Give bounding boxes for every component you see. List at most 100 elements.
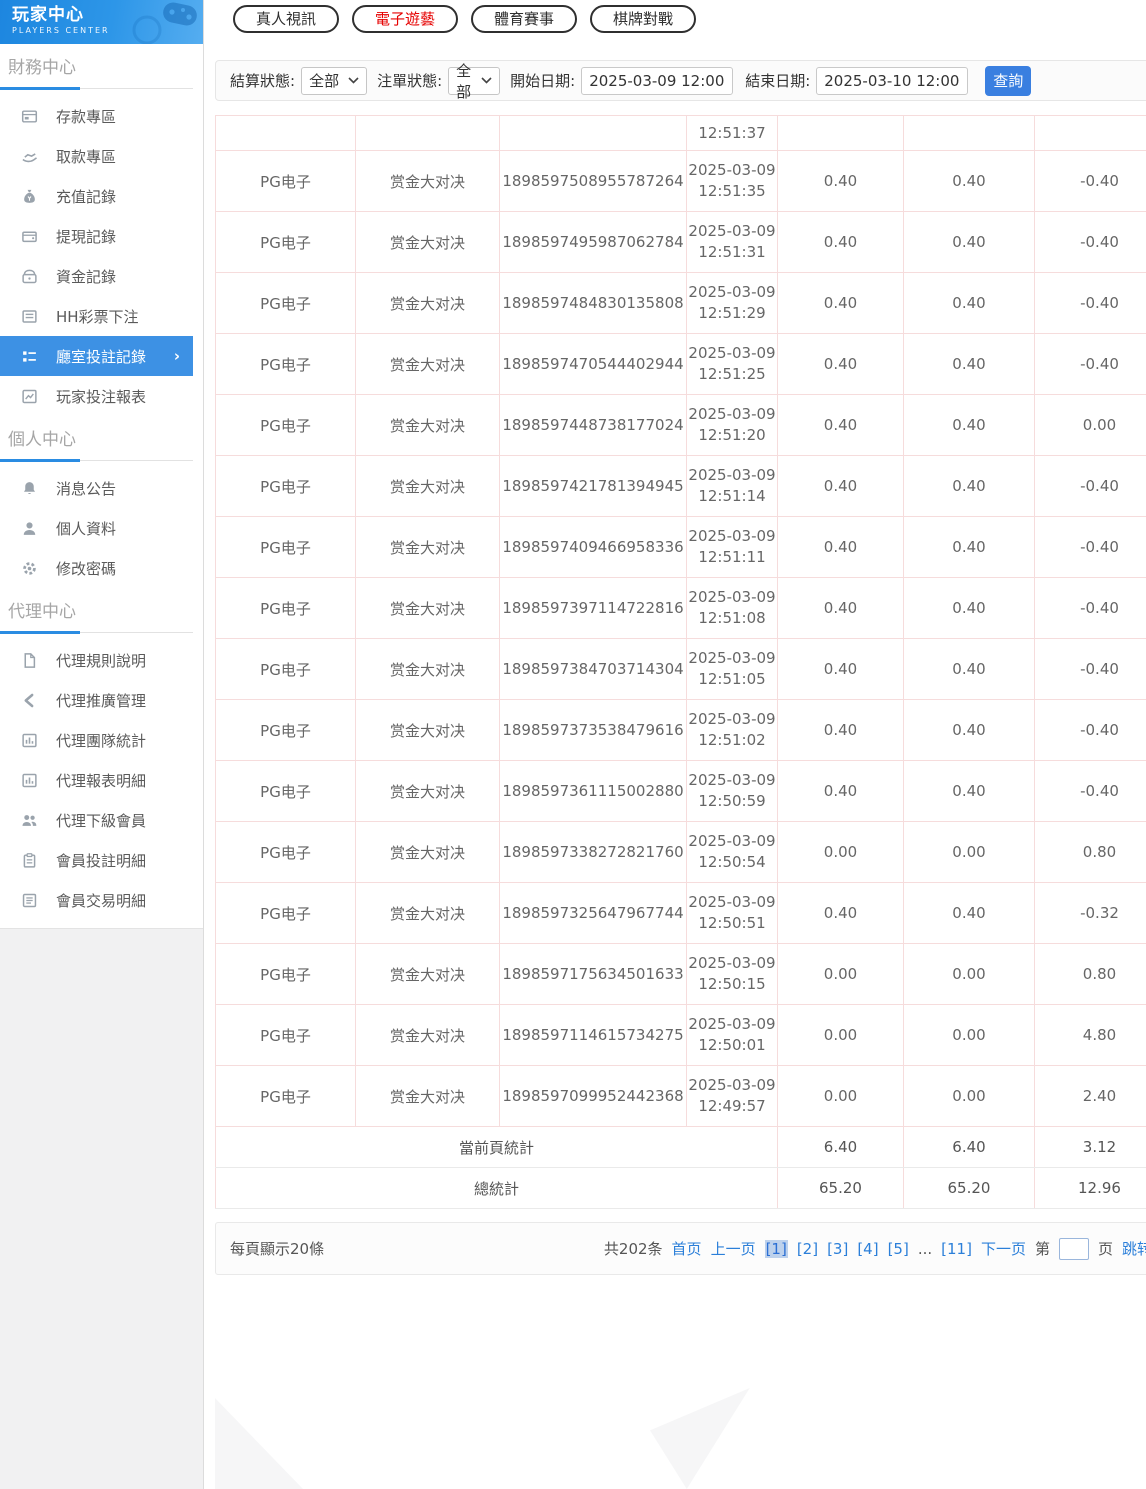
cell-datetime: 2025-03-0912:51:29: [687, 273, 778, 334]
table-row[interactable]: PG电子赏金大对决18985974217813949452025-03-0912…: [216, 456, 1146, 517]
user-icon: [21, 520, 38, 537]
summary-value: 65.20: [904, 1168, 1035, 1209]
per-page-text: 每頁顯示20條: [230, 1238, 324, 1259]
jump-page-input[interactable]: [1059, 1238, 1089, 1260]
settle-status-value: 全部: [309, 70, 339, 91]
cell-bet-amount: 0.40: [778, 212, 904, 273]
cell-game: 赏金大对决: [356, 151, 500, 212]
category-tab[interactable]: 體育賽事: [471, 5, 577, 33]
current-page-link[interactable]: [1]: [765, 1240, 788, 1258]
report-detail-icon: [21, 772, 38, 789]
end-date-input[interactable]: [816, 67, 968, 95]
table-row[interactable]: PG电子赏金大对决18985971756345016332025-03-0912…: [216, 944, 1146, 1005]
cell-valid-bet: 0.40: [904, 578, 1035, 639]
cell-provider: PG电子: [216, 334, 356, 395]
page-link[interactable]: [4]: [857, 1240, 878, 1258]
cell-provider: PG电子: [216, 822, 356, 883]
cell-provider: PG电子: [216, 456, 356, 517]
page-link[interactable]: [5]: [888, 1240, 909, 1258]
funds-record-icon: [21, 268, 38, 285]
sidebar-item[interactable]: 資金記錄: [0, 256, 193, 296]
sidebar-item[interactable]: 廳室投註記錄›: [0, 336, 193, 376]
table-row[interactable]: PG电子赏金大对决18985973382728217602025-03-0912…: [216, 822, 1146, 883]
table-row[interactable]: PG电子赏金大对决18985973971147228162025-03-0912…: [216, 578, 1146, 639]
table-row[interactable]: PG电子赏金大对决18985973847037143042025-03-0912…: [216, 639, 1146, 700]
cell-bet-amount: 0.00: [778, 1005, 904, 1066]
cell-order-no: 1898597495987062784: [500, 212, 687, 273]
sidebar-item[interactable]: 會員投註明細: [0, 840, 193, 880]
cell-datetime: 2025-03-0912:51:11: [687, 517, 778, 578]
sidebar-item[interactable]: 代理報表明細: [0, 760, 193, 800]
summary-value: 12.96: [1035, 1168, 1146, 1209]
cell-provider: PG电子: [216, 578, 356, 639]
cell-time: 12:49:57: [687, 1096, 777, 1117]
sidebar-item[interactable]: 玩家投注報表: [0, 376, 193, 416]
cell-order-no: 1898597175634501633: [500, 944, 687, 1005]
prev-page-link[interactable]: 上一页: [711, 1238, 756, 1259]
sidebar-item[interactable]: 修改密碼: [0, 548, 193, 588]
table-row[interactable]: PG电子赏金大对决18985974487381770242025-03-0912…: [216, 395, 1146, 456]
cell-empty: [1035, 116, 1146, 151]
pagination-controls: 共202条首页上一页[1][2][3][4][5]...[11]下一页第页跳转: [604, 1238, 1146, 1260]
start-date-input[interactable]: [581, 67, 733, 95]
sidebar-item[interactable]: 提現記錄: [0, 216, 193, 256]
sidebar-item[interactable]: 代理下級會員: [0, 800, 193, 840]
table-row[interactable]: PG电子赏金大对决18985974705444029442025-03-0912…: [216, 334, 1146, 395]
table-row[interactable]: PG电子赏金大对决18985970999524423682025-03-0912…: [216, 1066, 1146, 1127]
cell-bet-amount: 0.00: [778, 944, 904, 1005]
category-tab[interactable]: 電子遊藝: [352, 5, 458, 33]
cell-game: 赏金大对决: [356, 578, 500, 639]
sidebar-item[interactable]: 會員交易明細: [0, 880, 193, 920]
sidebar-item-label: 取款專區: [56, 146, 116, 167]
sidebar-item-label: 會員交易明細: [56, 890, 146, 911]
cell-date: 2025-03-09: [687, 709, 777, 730]
search-button[interactable]: 查詢: [985, 66, 1031, 96]
order-status-select[interactable]: 全部: [448, 67, 500, 95]
jump-button[interactable]: 跳转: [1122, 1238, 1146, 1259]
table-row[interactable]: PG电子赏金大对决18985974848301358082025-03-0912…: [216, 273, 1146, 334]
category-tab[interactable]: 真人視訊: [233, 5, 339, 33]
bet-detail-icon: [21, 852, 38, 869]
settle-status-select[interactable]: 全部: [301, 67, 367, 95]
cell-order-no: 1898597470544402944: [500, 334, 687, 395]
cell-valid-bet: 0.40: [904, 151, 1035, 212]
table-row[interactable]: PG电子赏金大对决18985971146157342752025-03-0912…: [216, 1005, 1146, 1066]
cell-date: 2025-03-09: [687, 1014, 777, 1035]
cell-provider: PG电子: [216, 273, 356, 334]
sidebar-item[interactable]: 代理團隊統計: [0, 720, 193, 760]
last-page-link[interactable]: [11]: [941, 1240, 972, 1258]
sidebar-item[interactable]: 消息公告: [0, 468, 193, 508]
cell-datetime: 2025-03-0912:50:54: [687, 822, 778, 883]
cell-game: 赏金大对决: [356, 456, 500, 517]
cell-datetime: 2025-03-0912:51:02: [687, 700, 778, 761]
table-row[interactable]: PG电子赏金大对决18985973735384796162025-03-0912…: [216, 700, 1146, 761]
cell-order-no: 1898597409466958336: [500, 517, 687, 578]
start-date-label: 開始日期:: [510, 70, 575, 91]
cell-bet-amount: 0.40: [778, 334, 904, 395]
cell-game: 赏金大对决: [356, 334, 500, 395]
cell-bet-amount: 0.40: [778, 395, 904, 456]
cell-provider: PG电子: [216, 151, 356, 212]
sidebar-item[interactable]: HH彩票下注: [0, 296, 193, 336]
category-tab[interactable]: 棋牌對戰: [590, 5, 696, 33]
sidebar-item[interactable]: 取款專區: [0, 136, 193, 176]
table-row[interactable]: PG电子赏金大对决18985974959870627842025-03-0912…: [216, 212, 1146, 273]
cell-date: 2025-03-09: [687, 892, 777, 913]
sidebar-item[interactable]: 存款專區: [0, 96, 193, 136]
sidebar-item[interactable]: 代理規則說明: [0, 640, 193, 680]
first-page-link[interactable]: 首页: [672, 1238, 702, 1259]
sidebar-item[interactable]: 個人資料: [0, 508, 193, 548]
cell-datetime: 2025-03-0912:50:01: [687, 1005, 778, 1066]
table-row[interactable]: PG电子赏金大对决18985975089557872642025-03-0912…: [216, 151, 1146, 212]
deposit-icon: [21, 108, 38, 125]
page-link[interactable]: [2]: [797, 1240, 818, 1258]
table-row[interactable]: PG电子赏金大对决18985973256479677442025-03-0912…: [216, 883, 1146, 944]
page-link[interactable]: [3]: [827, 1240, 848, 1258]
sidebar-item[interactable]: 代理推廣管理: [0, 680, 193, 720]
cell-game: 赏金大对决: [356, 517, 500, 578]
sidebar-item[interactable]: 充值記錄: [0, 176, 193, 216]
table-row[interactable]: PG电子赏金大对决18985973611150028802025-03-0912…: [216, 761, 1146, 822]
next-page-link[interactable]: 下一页: [981, 1238, 1026, 1259]
cell-game: 赏金大对决: [356, 212, 500, 273]
table-row[interactable]: PG电子赏金大对决18985974094669583362025-03-0912…: [216, 517, 1146, 578]
